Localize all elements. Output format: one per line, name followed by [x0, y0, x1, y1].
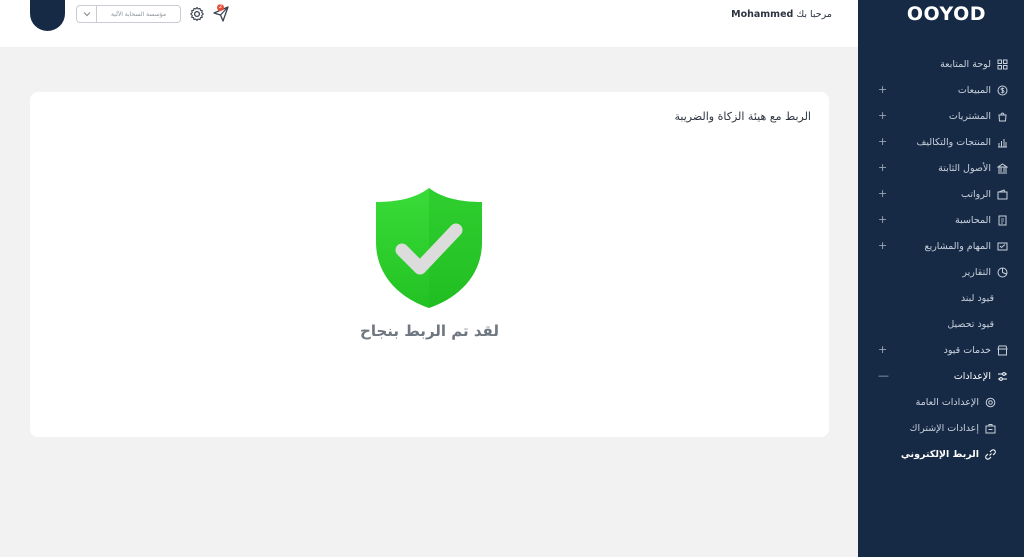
- welcome-message: مرحبا بك Mohammed: [731, 9, 832, 20]
- sidebar-item-1[interactable]: + المبيعات: [858, 77, 1024, 103]
- link-icon: [985, 448, 996, 460]
- sidebar-item-label: الإعدادات العامة: [915, 396, 979, 408]
- wallet-icon: [997, 188, 1008, 200]
- sidebar-item-10[interactable]: قيود تحصيل: [858, 311, 1024, 337]
- sidebar-item-label: خدمات قيود: [943, 344, 991, 356]
- logo: OOYOD: [906, 3, 986, 25]
- sidebar-item-label: قيود لبند: [960, 292, 994, 304]
- settings-gear-icon[interactable]: [189, 6, 205, 22]
- sidebar-item-label: قيود تحصيل: [947, 318, 994, 330]
- top-bar: مؤسسة السحابة الآلية 2 مرحبا بك Mohammed: [0, 0, 858, 47]
- welcome-text: مرحبا بك: [796, 9, 832, 20]
- collapse-icon[interactable]: —: [878, 369, 889, 382]
- sidebar-item-label: الأصول الثابتة: [938, 162, 991, 174]
- sidebar-item-9[interactable]: قيود لبند: [858, 285, 1024, 311]
- sidebar-nav: لوحة المتابعة + المبيعات + المشتريات + المنتجا…: [858, 51, 1024, 467]
- expand-icon[interactable]: +: [878, 83, 887, 96]
- success-message: لقد تم الربط بنجاح: [360, 322, 499, 340]
- dollar-circle-icon: [997, 85, 1008, 96]
- sidebar-item-label: إعدادات الإشتراك: [909, 422, 979, 434]
- sidebar-item-label: لوحة المتابعة: [940, 58, 991, 70]
- grid-icon: [997, 59, 1008, 70]
- avatar[interactable]: [30, 0, 65, 31]
- sidebar-item-13[interactable]: الإعدادات العامة: [858, 389, 1024, 415]
- sidebar-item-label: الربط الإلكتروني: [900, 448, 979, 460]
- user-name: Mohammed: [731, 9, 794, 20]
- sidebar-item-6[interactable]: + المحاسبة: [858, 207, 1024, 233]
- tasks-icon: [997, 241, 1008, 252]
- notification-badge: 2: [217, 4, 224, 11]
- sidebar: OOYOD لوحة المتابعة + المبيعات + المشتريات + ا…: [858, 0, 1024, 557]
- sidebar-item-label: الإعدادات: [953, 370, 991, 382]
- expand-icon[interactable]: +: [878, 213, 887, 226]
- sidebar-item-15[interactable]: الربط الإلكتروني: [858, 441, 1024, 467]
- expand-icon[interactable]: +: [878, 161, 887, 174]
- sidebar-item-label: المهام والمشاريع: [924, 240, 991, 252]
- building-icon: [996, 162, 1009, 174]
- pie-chart-icon: [997, 267, 1008, 278]
- expand-icon[interactable]: +: [878, 343, 887, 356]
- sidebar-item-7[interactable]: + المهام والمشاريع: [858, 233, 1024, 259]
- sidebar-item-14[interactable]: إعدادات الإشتراك: [858, 415, 1024, 441]
- accounting-icon: [997, 215, 1008, 226]
- e-invoicing-card: الربط مع هيئة الزكاة والضريبة لقد تم الر…: [30, 92, 829, 437]
- shopping-bag-icon: [997, 111, 1008, 122]
- sidebar-item-0[interactable]: لوحة المتابعة: [858, 51, 1024, 77]
- products-icon: [997, 137, 1008, 148]
- store-icon: [997, 345, 1008, 356]
- sidebar-item-4[interactable]: + الأصول الثابتة: [858, 155, 1024, 181]
- sidebar-item-label: الرواتب: [961, 188, 991, 200]
- expand-icon[interactable]: +: [878, 239, 887, 252]
- company-select[interactable]: مؤسسة السحابة الآلية: [76, 5, 181, 23]
- expand-icon[interactable]: +: [878, 135, 887, 148]
- sidebar-item-3[interactable]: + المنتجات والتكاليف: [858, 129, 1024, 155]
- sidebar-item-label: التقارير: [962, 266, 991, 278]
- shield-check-icon: [376, 188, 482, 308]
- sidebar-item-11[interactable]: + خدمات قيود: [858, 337, 1024, 363]
- company-select-value: مؤسسة السحابة الآلية: [110, 10, 167, 18]
- chevron-down-icon[interactable]: [77, 6, 97, 22]
- sidebar-item-5[interactable]: + الرواتب: [858, 181, 1024, 207]
- gear-icon: [985, 397, 996, 408]
- expand-icon[interactable]: +: [878, 109, 887, 122]
- sidebar-item-label: المحاسبة: [955, 214, 991, 226]
- sidebar-item-8[interactable]: التقارير: [858, 259, 1024, 285]
- notifications-send-icon[interactable]: 2: [212, 4, 230, 23]
- subscription-icon: [985, 423, 996, 434]
- sidebar-item-label: المنتجات والتكاليف: [916, 136, 991, 148]
- sidebar-item-12[interactable]: — الإعدادات: [858, 363, 1024, 389]
- sidebar-item-2[interactable]: + المشتريات: [858, 103, 1024, 129]
- card-title: الربط مع هيئة الزكاة والضريبة: [674, 110, 812, 123]
- sliders-icon: [997, 371, 1008, 382]
- sidebar-item-label: المبيعات: [957, 84, 991, 96]
- sidebar-item-label: المشتريات: [948, 110, 991, 122]
- expand-icon[interactable]: +: [878, 187, 887, 200]
